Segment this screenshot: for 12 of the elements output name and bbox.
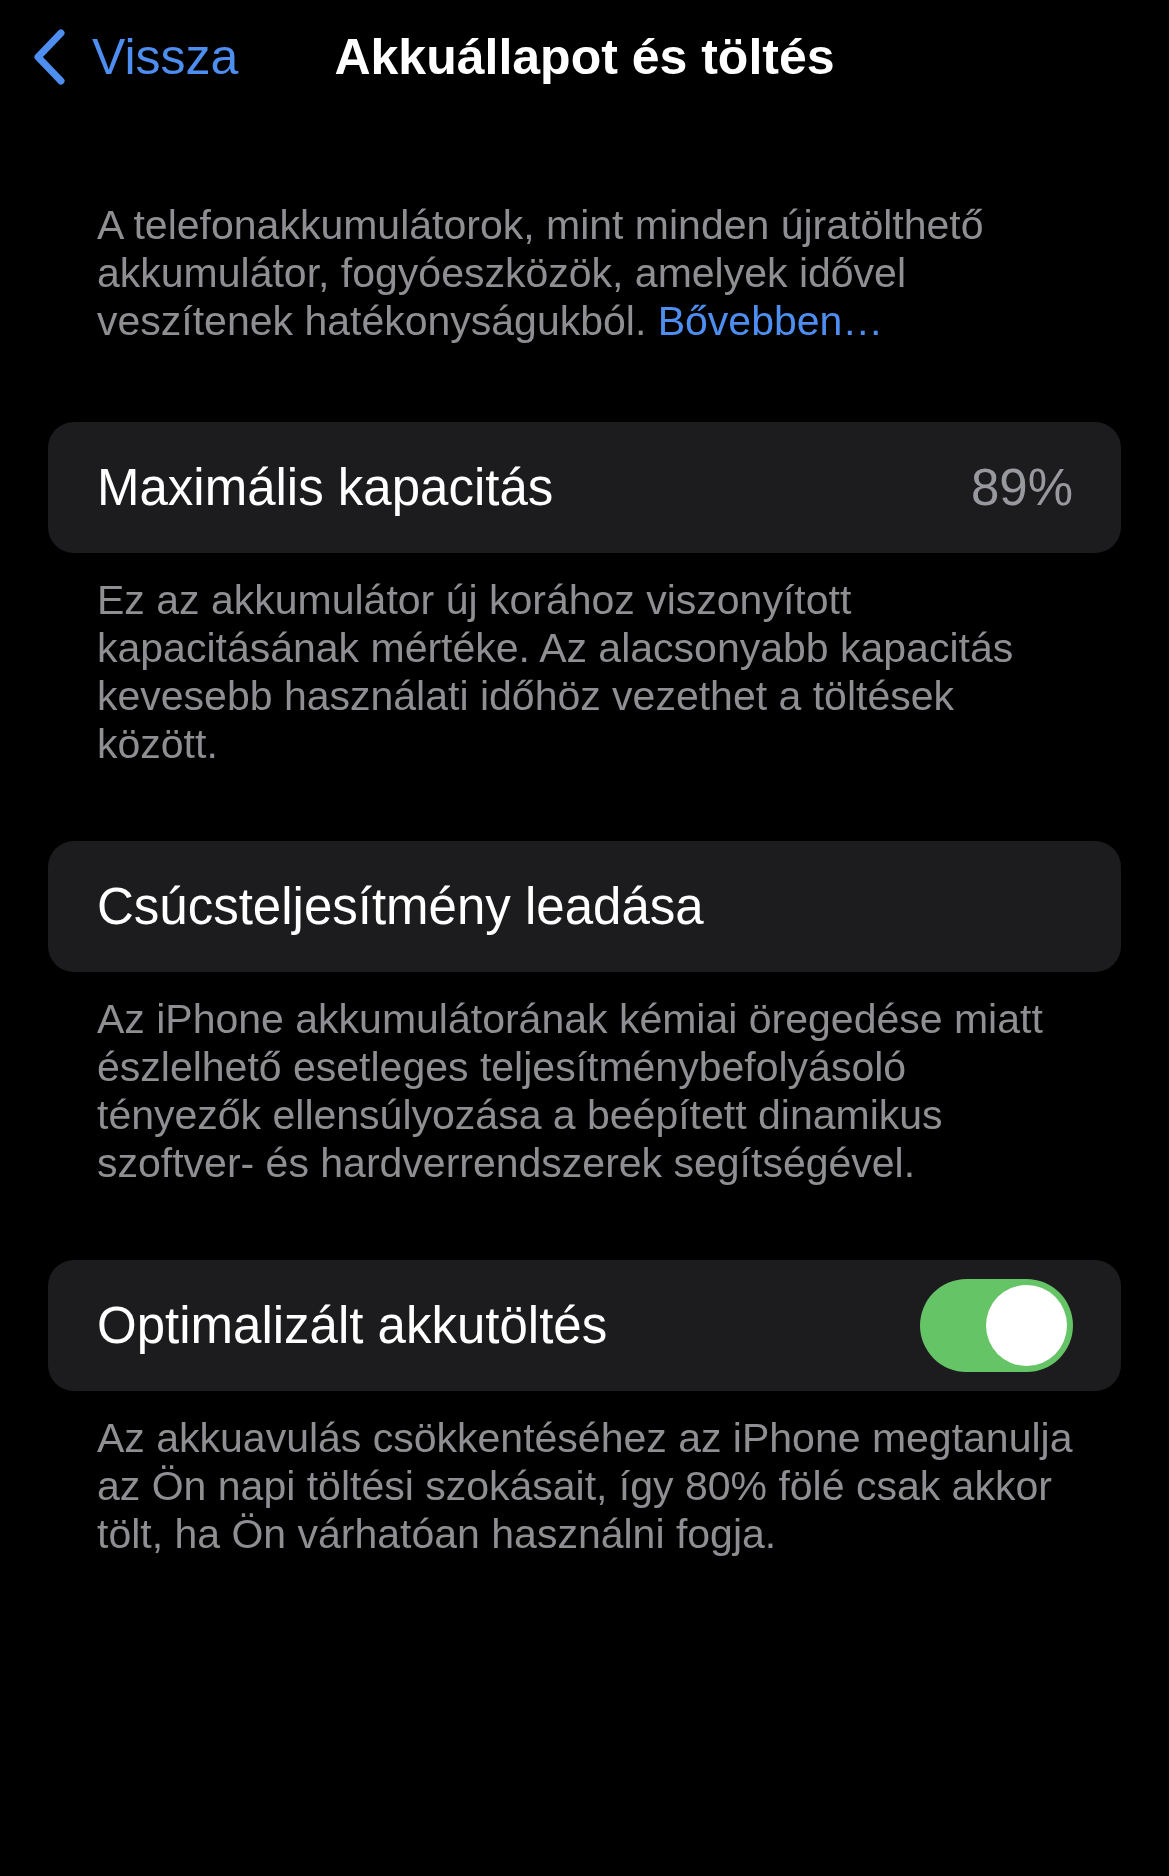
row-value: 89% <box>970 457 1073 518</box>
intro-text: A telefonakkumulátorok, mint minden újratölthető akkumulátor, fogyóeszközök, amelyek idővel veszítenek hatékonyságukból. Bővebben… <box>97 201 985 345</box>
back-chevron-icon <box>32 28 66 86</box>
section-description: Az akkuavulás csökkentéséhez az iPhone megtanulja az Ön napi töltési szokásait, így 80% fölé csak akkor tölt, ha Ön várhatóan használni fogja. <box>97 1414 1074 1558</box>
section-description: Ez az akkumulátor új korához viszonyított kapacitásának mértéke. Az alacsonyabb kapacitás kevesebb használati időhöz vezethet a töltések között. <box>97 576 1015 768</box>
section-description: Az iPhone akkumulátorának kémiai öregedése miatt észlelhető esetleges teljesítménybefolyásoló tényezők ellensúlyozása a beépített dinamikus szoftver- és hardverrendszerek segítségével. <box>97 995 1044 1187</box>
learn-more-link[interactable]: Bővebben… <box>657 298 884 344</box>
row-label: Csúcsteljesítmény leadása <box>97 876 704 937</box>
row-label: Optimalizált akkutöltés <box>97 1295 608 1356</box>
back-button[interactable]: Vissza <box>32 27 239 87</box>
page-title: Akkuállapot és töltés <box>334 28 835 87</box>
row-label: Maximális kapacitás <box>97 457 554 518</box>
